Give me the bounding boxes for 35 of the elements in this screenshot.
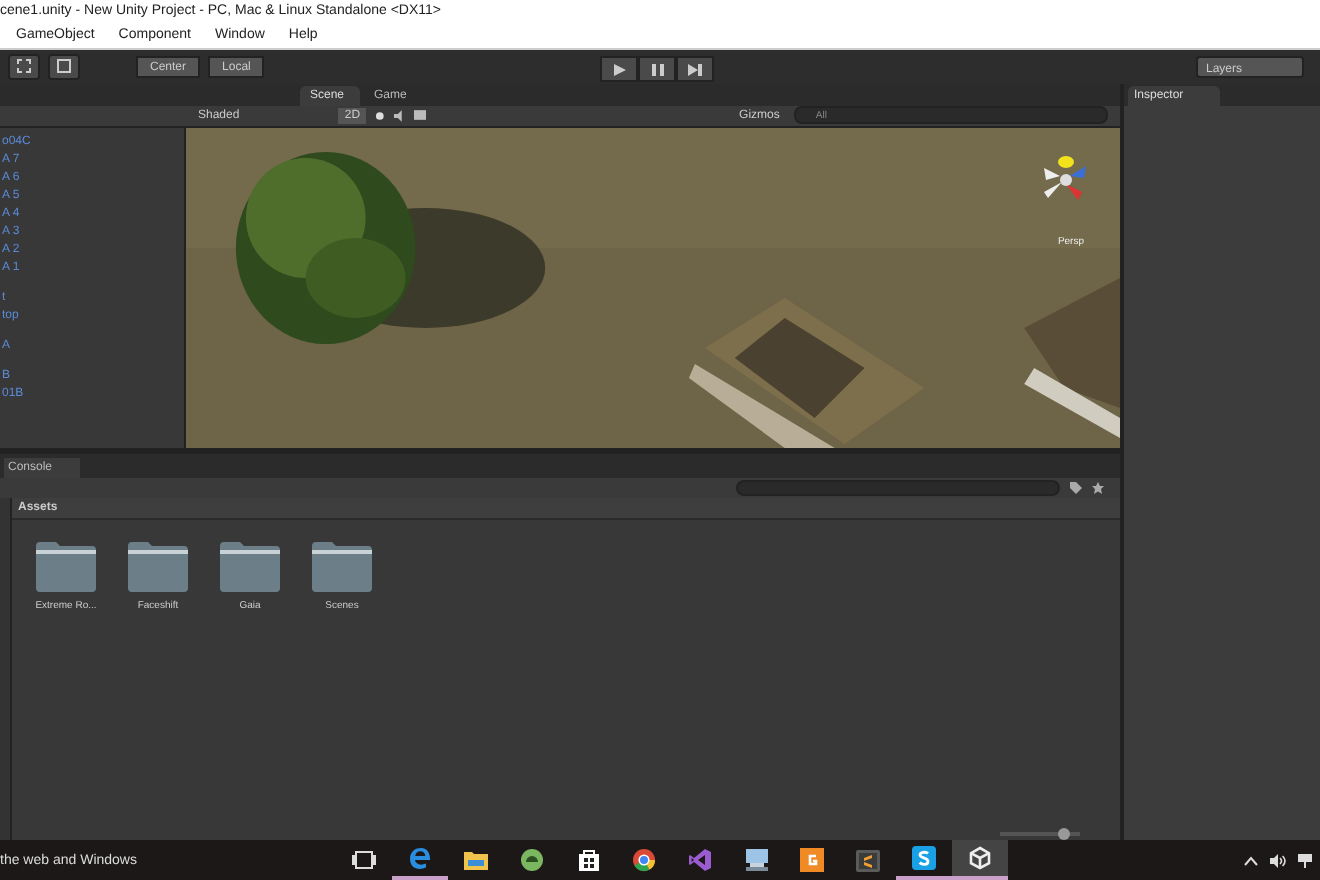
infinity-ribbon-icon [688,848,712,872]
sun-icon[interactable] [374,109,386,122]
step-button[interactable] [676,56,714,82]
computer-icon [743,848,769,872]
g-tile-icon [800,848,824,872]
taskbar-app[interactable] [952,840,1008,880]
rect-tool-icon [16,58,32,75]
rect-tool-button[interactable] [8,53,40,80]
play-icon [613,63,625,75]
slider-thumb[interactable] [1058,827,1070,839]
folder-icon [464,850,488,870]
search-field[interactable] [736,479,1060,496]
frame-icon [56,58,72,75]
pause-button[interactable] [638,56,676,82]
folder-icon[interactable] [218,539,282,592]
play-button[interactable] [600,56,638,82]
browser-ball-icon [632,848,656,872]
task-view-icon [352,850,376,870]
tag-icon[interactable] [1070,481,1082,494]
pause-icon [651,63,663,75]
image-icon[interactable] [413,110,427,121]
network-icon[interactable] [1298,853,1312,867]
chevron-up-icon[interactable] [1244,855,1258,865]
speaker-icon[interactable] [1270,853,1286,867]
folder-icon[interactable] [34,539,98,592]
star-icon[interactable] [1092,481,1104,494]
window-tile-icon [856,849,880,871]
frame-tool-button[interactable] [48,53,80,80]
step-icon [688,63,702,75]
chat-s-icon [912,846,936,870]
shopping-bag-icon [577,848,599,872]
folder-icon[interactable] [310,539,374,592]
folder-icon[interactable] [126,539,190,592]
cube-logo-icon [968,846,992,870]
browser-e-icon [408,846,432,870]
